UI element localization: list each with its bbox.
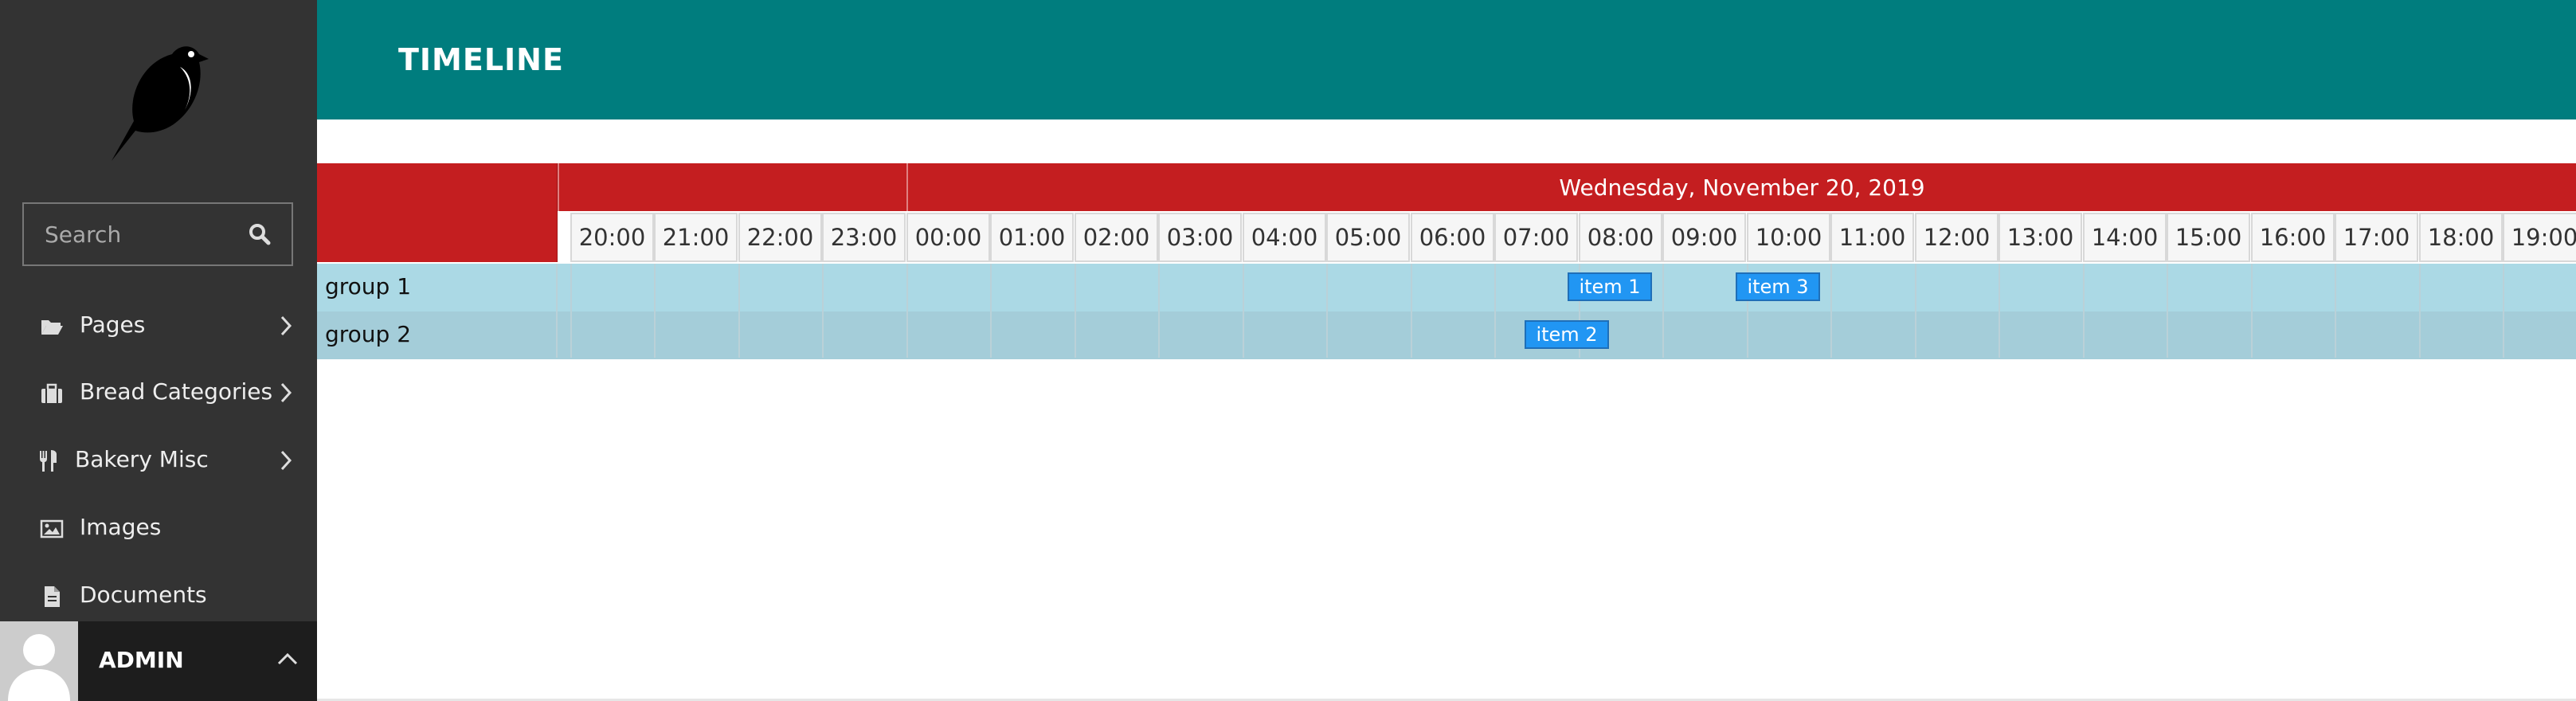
hour-label: 11:00 — [1830, 213, 1914, 262]
wagtail-bird-logo[interactable] — [104, 32, 215, 167]
user-silhouette-icon — [8, 634, 70, 701]
hour-label: 20:00 — [570, 213, 654, 262]
hour-label: 12:00 — [1915, 213, 1999, 262]
hour-label: 08:00 — [1579, 213, 1662, 262]
suitcase-icon — [41, 383, 62, 403]
grid-line — [1243, 264, 1244, 358]
date-band: Wednesday, November 20, 2019 — [906, 163, 2576, 211]
sidebar-item-label: Pages — [80, 311, 146, 338]
sidebar-item-label: Bread Categories — [80, 378, 273, 405]
utensils-icon — [40, 450, 57, 472]
hour-label: 15:00 — [2167, 213, 2250, 262]
grid-line — [1158, 264, 1160, 358]
sidebar-item-label: Images — [80, 514, 162, 540]
hour-label: 18:00 — [2419, 213, 2503, 262]
folder-open-icon — [41, 320, 63, 335]
timeline-corner — [317, 163, 558, 262]
sidebar-item-bakery-misc[interactable]: Bakery Misc — [0, 433, 317, 488]
document-icon — [45, 586, 60, 607]
grid-line — [1411, 264, 1412, 358]
search-icon[interactable] — [249, 223, 271, 245]
hour-label: 10:00 — [1747, 213, 1830, 262]
hour-label: 06:00 — [1411, 213, 1494, 262]
grid-line — [1494, 264, 1496, 358]
hour-label: 09:00 — [1662, 213, 1746, 262]
hour-label: 04:00 — [1243, 213, 1326, 262]
sidebar-item-pages[interactable]: Pages — [0, 298, 317, 354]
grid-line — [906, 264, 908, 358]
sidebar-item-label: Documents — [80, 582, 207, 608]
timeline: Wednesday, November 20, 2019 20:00 21:00… — [317, 163, 2576, 359]
group-label: group 1 — [325, 273, 412, 300]
avatar[interactable] — [0, 621, 78, 701]
grid-line — [2083, 264, 2085, 358]
grid-line — [570, 264, 572, 358]
grid-line — [1999, 264, 2000, 358]
grid-line — [2167, 264, 2168, 358]
grid-line — [738, 264, 740, 358]
grid-line — [2419, 264, 2421, 358]
date-band-previous — [558, 163, 906, 211]
grid-line — [654, 264, 656, 358]
grid-line — [1075, 264, 1076, 358]
date-label: Wednesday, November 20, 2019 — [1559, 174, 1925, 201]
hour-label: 01:00 — [990, 213, 1074, 262]
timeline-item[interactable]: item 1 — [1568, 272, 1652, 301]
hour-label: 05:00 — [1326, 213, 1410, 262]
hour-label: 03:00 — [1158, 213, 1242, 262]
sidebar-item-documents[interactable]: Documents — [0, 568, 317, 624]
chevron-up-icon[interactable] — [276, 650, 299, 668]
sidebar-item-label: Bakery Misc — [75, 446, 209, 472]
grid-line — [556, 264, 558, 358]
hour-label: 17:00 — [2335, 213, 2418, 262]
page-header: TIMELINE — [317, 0, 2576, 119]
grid-line — [1662, 264, 1664, 358]
grid-line — [822, 264, 824, 358]
timeline-item[interactable]: item 2 — [1525, 320, 1609, 349]
hour-label: 00:00 — [906, 213, 990, 262]
sidebar-item-bread-categories[interactable]: Bread Categories — [0, 365, 317, 421]
hour-label: 22:00 — [738, 213, 822, 262]
hour-label: 02:00 — [1075, 213, 1158, 262]
grid-line — [1326, 264, 1328, 358]
grid-line — [1830, 264, 1832, 358]
hour-label: 19:00 — [2503, 213, 2576, 262]
hour-label: 13:00 — [1999, 213, 2082, 262]
group-row: group 2 — [317, 311, 2576, 359]
chevron-right-icon — [280, 450, 292, 471]
account-name: ADMIN — [99, 647, 184, 673]
group-row: group 1 — [317, 264, 2576, 311]
hour-label: 21:00 — [654, 213, 738, 262]
hour-label: 14:00 — [2083, 213, 2167, 262]
timeline-item[interactable]: item 3 — [1736, 272, 1820, 301]
hour-label: 16:00 — [2251, 213, 2335, 262]
account-menu[interactable]: ADMIN — [0, 621, 317, 701]
grid-line — [2503, 264, 2504, 358]
grid-line — [990, 264, 992, 358]
group-label: group 2 — [325, 321, 412, 347]
grid-line — [2335, 264, 2336, 358]
search-input[interactable] — [24, 204, 231, 264]
chevron-right-icon — [280, 315, 292, 336]
hour-label: 23:00 — [822, 213, 906, 262]
grid-line — [1915, 264, 1916, 358]
page-title: TIMELINE — [398, 42, 564, 77]
sidebar: Pages Bread Categories Bakery Misc — [0, 0, 317, 701]
search-box — [22, 202, 293, 266]
image-icon — [40, 519, 64, 538]
sidebar-item-images[interactable]: Images — [0, 500, 317, 556]
chevron-right-icon — [280, 382, 292, 403]
hour-label: 07:00 — [1494, 213, 1578, 262]
grid-line — [2251, 264, 2253, 358]
